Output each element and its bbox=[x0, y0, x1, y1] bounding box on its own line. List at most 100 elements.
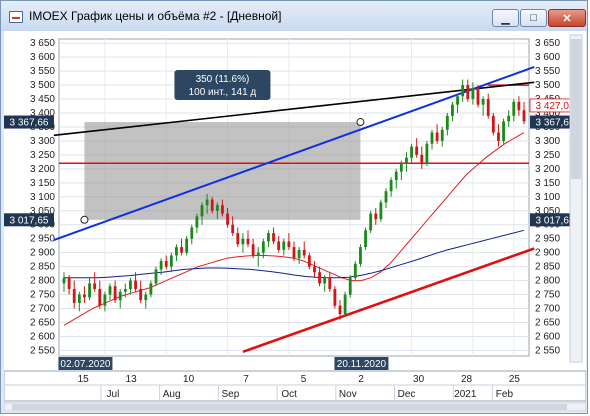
candle-body bbox=[175, 247, 178, 256]
candle-body bbox=[343, 294, 347, 315]
x-day-label: 2 bbox=[358, 374, 364, 385]
candle-body bbox=[149, 283, 153, 295]
x-month-label: 2021 bbox=[454, 389, 477, 400]
y-tick-label-right: 2 700 bbox=[535, 304, 560, 315]
measure-anchor-end bbox=[356, 118, 365, 127]
candle-body bbox=[159, 261, 163, 270]
x-month-label: Sep bbox=[221, 389, 239, 400]
minimize-button[interactable]: ▁ bbox=[492, 9, 519, 27]
x-month-label: Jul bbox=[107, 389, 120, 400]
measure-anchor-start bbox=[80, 215, 89, 224]
date-marker-label: 02.07.2020 bbox=[60, 359, 110, 370]
candle-body bbox=[267, 233, 270, 242]
candle-body bbox=[261, 241, 265, 253]
candle-body bbox=[83, 294, 86, 298]
candle-body bbox=[456, 96, 459, 105]
candle-body bbox=[195, 216, 199, 228]
y-tick-label-right: 3 250 bbox=[535, 150, 560, 161]
y-tick-label-left: 3 250 bbox=[30, 150, 55, 161]
candle-body bbox=[425, 143, 429, 164]
candle-body bbox=[491, 115, 495, 133]
candle-body bbox=[277, 241, 281, 250]
y-tick-label-right: 2 900 bbox=[535, 248, 560, 259]
title-bar[interactable]: IMOEX График цены и объёма #2 - [Дневной… bbox=[1, 1, 587, 31]
candle-body bbox=[231, 224, 235, 234]
y-tick-label-right: 2 650 bbox=[535, 317, 560, 328]
date-marker-label: 20.11.2020 bbox=[337, 359, 387, 370]
candle-body bbox=[507, 115, 511, 122]
candle-body bbox=[185, 238, 189, 253]
y-tick-label-left: 2 600 bbox=[30, 331, 55, 342]
candle-body bbox=[364, 230, 367, 248]
horizontal-scrollbar-thumb bbox=[12, 404, 567, 410]
candle-body bbox=[98, 288, 102, 306]
candle-body bbox=[323, 277, 327, 284]
x-month-label: Feb bbox=[496, 389, 514, 400]
y-tick-label-right: 3 150 bbox=[535, 178, 560, 189]
y-tick-label-left: 3 200 bbox=[30, 164, 55, 175]
candle-body bbox=[369, 213, 373, 231]
candle-body bbox=[241, 238, 245, 245]
candle-body bbox=[205, 199, 209, 206]
y-tick-label-left: 3 550 bbox=[30, 66, 55, 77]
candle-body bbox=[420, 154, 424, 164]
price-chart[interactable]: 2 550 2 550 2 600 2 600 2 650 2 650 2 700 2 700… bbox=[3, 31, 587, 412]
y-tick-label-left: 3 300 bbox=[30, 136, 55, 147]
y-tick-label-left: 2 950 bbox=[30, 234, 55, 245]
candle-body bbox=[328, 277, 332, 289]
candle-body bbox=[292, 247, 296, 259]
candle-body bbox=[251, 244, 255, 256]
candle-body bbox=[405, 157, 408, 164]
candle-body bbox=[410, 146, 413, 158]
candle-body bbox=[134, 280, 137, 289]
candle-body bbox=[497, 132, 500, 141]
candle-body bbox=[466, 85, 470, 100]
y-tick-label-left: 3 450 bbox=[30, 94, 55, 105]
candle-body bbox=[359, 247, 362, 264]
x-month-label: Oct bbox=[281, 389, 297, 400]
price-marker-label: 3 427,08 bbox=[536, 101, 575, 112]
y-tick-label-left: 3 500 bbox=[30, 80, 55, 91]
y-tick-label-right: 2 950 bbox=[535, 234, 560, 245]
candle-body bbox=[451, 104, 454, 116]
candle-body bbox=[440, 129, 444, 141]
candle-body bbox=[215, 205, 219, 211]
candle-body bbox=[93, 283, 97, 289]
window-title: IMOEX График цены и объёма #2 - [Дневной… bbox=[29, 9, 282, 23]
candle-body bbox=[226, 213, 229, 225]
candle-body bbox=[88, 283, 91, 298]
x-day-label: 7 bbox=[243, 374, 249, 385]
candle-body bbox=[389, 180, 393, 192]
candle-body bbox=[435, 132, 439, 141]
candle-body bbox=[399, 163, 403, 172]
candle-body bbox=[200, 205, 204, 217]
y-tick-label-left: 3 150 bbox=[30, 178, 55, 189]
price-marker-label: 3 367,66 bbox=[10, 118, 49, 129]
candle-body bbox=[512, 101, 516, 116]
candle-body bbox=[307, 255, 311, 267]
chart-window: IMOEX График цены и объёма #2 - [Дневной… bbox=[0, 0, 588, 414]
candle-body bbox=[210, 199, 214, 211]
candle-body bbox=[108, 286, 112, 295]
candle-body bbox=[139, 288, 143, 301]
candle-body bbox=[129, 280, 132, 289]
candle-body bbox=[144, 294, 148, 301]
candle-body bbox=[272, 233, 275, 242]
x-day-label: 25 bbox=[509, 374, 521, 385]
chart-canvas[interactable]: 2 550 2 550 2 600 2 600 2 650 2 650 2 700 2 700… bbox=[3, 31, 587, 412]
y-tick-label-right: 3 100 bbox=[535, 192, 560, 203]
candle-body bbox=[394, 171, 398, 181]
close-button[interactable]: ✕ bbox=[548, 9, 586, 27]
y-tick-label-right: 3 200 bbox=[535, 164, 560, 175]
y-tick-label-right: 3 500 bbox=[535, 80, 560, 91]
x-day-label: 28 bbox=[461, 374, 473, 385]
candle-body bbox=[103, 294, 107, 306]
y-tick-label-left: 2 650 bbox=[30, 317, 55, 328]
price-marker-label: 3 367,66 bbox=[536, 118, 575, 129]
maximize-button[interactable]: □ bbox=[520, 9, 547, 27]
candle-body bbox=[338, 305, 342, 315]
candle-body bbox=[302, 249, 306, 256]
y-tick-label-right: 2 750 bbox=[535, 290, 560, 301]
candle-body bbox=[471, 87, 475, 100]
y-tick-label-left: 2 700 bbox=[30, 304, 55, 315]
